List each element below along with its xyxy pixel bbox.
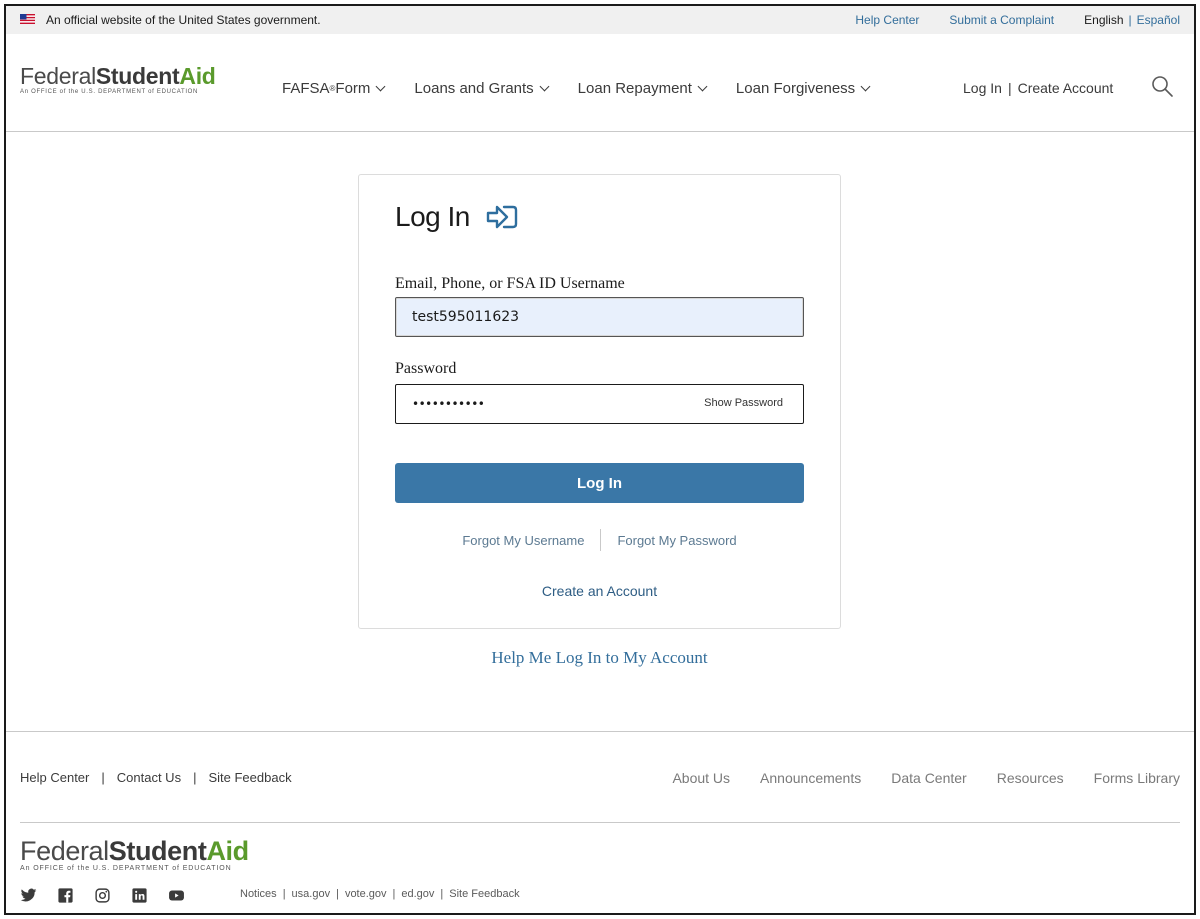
- legal-separator: |: [440, 888, 444, 900]
- legal-separator: |: [282, 888, 286, 900]
- chevron-down-icon: [697, 81, 708, 92]
- nav-item-fafsa-label: FAFSA: [282, 80, 330, 97]
- username-value: test595011623: [412, 309, 520, 325]
- legal-separator: |: [336, 888, 339, 900]
- password-input[interactable]: ••••••••••• Show Password: [395, 384, 804, 424]
- forgot-username-link[interactable]: Forgot My Username: [462, 533, 584, 548]
- facebook-icon[interactable]: [57, 887, 74, 904]
- nav-item-loans-grants[interactable]: Loans and Grants: [414, 80, 550, 97]
- page-frame: An official website of the United States…: [4, 4, 1196, 915]
- legal-site-feedback-link[interactable]: Site Feedback: [449, 888, 519, 900]
- footer-contact-us-link[interactable]: Contact Us: [117, 770, 181, 785]
- footer-right-links: About Us Announcements Data Center Resou…: [672, 770, 1180, 786]
- chevron-down-icon: [375, 81, 386, 92]
- search-icon[interactable]: [1150, 74, 1174, 98]
- main-nav: FAFSA ® Form Loans and Grants Loan Repaym…: [282, 80, 899, 97]
- us-flag-icon: [20, 14, 35, 24]
- footer-fsa-logo[interactable]: FederalStudentAid An OFFICE of the U.S. …: [20, 836, 249, 873]
- linkedin-icon[interactable]: [131, 887, 148, 904]
- username-label: Email, Phone, or FSA ID Username: [395, 275, 625, 292]
- show-password-toggle[interactable]: Show Password: [704, 397, 783, 409]
- site-header: FederalStudentAid An OFFICE of the U.S. …: [6, 34, 1194, 132]
- legal-usagov-link[interactable]: usa.gov: [292, 888, 331, 900]
- logo-word-federal: Federal: [20, 63, 96, 89]
- footer-resources-link[interactable]: Resources: [997, 770, 1064, 786]
- footer-help-center-link[interactable]: Help Center: [20, 770, 89, 785]
- nav-item-loan-forgiveness[interactable]: Loan Forgiveness: [735, 80, 871, 97]
- forgot-password-link[interactable]: Forgot My Password: [617, 533, 736, 548]
- logo-tagline: An OFFICE of the U.S. DEPARTMENT of EDUC…: [20, 89, 199, 95]
- footer-separator: |: [193, 770, 197, 785]
- legal-links: Notices | usa.gov | vote.gov | ed.gov | …: [240, 888, 520, 900]
- chevron-down-icon: [539, 81, 550, 92]
- footer-announcements-link[interactable]: Announcements: [760, 770, 861, 786]
- nav-item-fafsa[interactable]: FAFSA ® Form: [282, 80, 386, 97]
- language-english-link[interactable]: English: [1084, 13, 1123, 27]
- header-create-account-link[interactable]: Create Account: [1018, 80, 1114, 96]
- legal-separator: |: [392, 888, 396, 900]
- nav-item-loans-grants-label: Loans and Grants: [414, 80, 534, 97]
- footer-site-feedback-link[interactable]: Site Feedback: [208, 770, 291, 785]
- username-input[interactable]: test595011623: [395, 297, 804, 337]
- logo-word-aid: Aid: [179, 63, 216, 89]
- language-separator: |: [1128, 13, 1132, 27]
- legal-edgov-link[interactable]: ed.gov: [401, 888, 434, 900]
- forgot-divider: [600, 529, 602, 551]
- official-site-text: An official website of the United States…: [46, 13, 321, 27]
- nav-item-loan-repayment[interactable]: Loan Repayment: [577, 80, 708, 97]
- footer-separator: |: [101, 770, 105, 785]
- language-espanol-link[interactable]: Español: [1137, 13, 1180, 27]
- legal-votegov-link[interactable]: vote.gov: [345, 888, 387, 900]
- gov-banner-links: Help Center Submit a Complaint English |…: [855, 13, 1180, 27]
- login-title: Log In: [395, 201, 470, 232]
- login-arrow-icon: [486, 205, 518, 229]
- password-label: Password: [395, 360, 457, 377]
- footer-logo-tagline: An OFFICE of the U.S. DEPARTMENT of EDUC…: [20, 865, 232, 872]
- footer-left-links: Help Center | Contact Us | Site Feedback: [20, 770, 292, 785]
- help-login-link[interactable]: Help Me Log In to My Account: [358, 648, 841, 668]
- password-value: •••••••••••: [412, 397, 485, 411]
- forgot-links: Forgot My Username Forgot My Password: [395, 529, 804, 551]
- create-account-link[interactable]: Create an Account: [359, 583, 840, 599]
- submit-complaint-link[interactable]: Submit a Complaint: [949, 13, 1054, 27]
- login-button[interactable]: Log In: [395, 463, 804, 503]
- login-card: Log In Email, Phone, or FSA ID Username …: [358, 174, 841, 629]
- account-links: Log In | Create Account: [963, 80, 1113, 96]
- youtube-icon[interactable]: [168, 887, 185, 904]
- footer-forms-library-link[interactable]: Forms Library: [1094, 770, 1180, 786]
- account-separator: |: [1007, 80, 1012, 96]
- social-links: [20, 887, 185, 904]
- footer-data-center-link[interactable]: Data Center: [891, 770, 966, 786]
- footer-logo-word-student: Student: [108, 836, 207, 866]
- logo-word-student: Student: [95, 63, 180, 89]
- twitter-icon[interactable]: [20, 887, 37, 904]
- nav-item-loan-forgiveness-label: Loan Forgiveness: [735, 80, 856, 97]
- fsa-logo[interactable]: FederalStudentAid An OFFICE of the U.S. …: [20, 64, 216, 95]
- gov-banner: An official website of the United States…: [6, 6, 1194, 34]
- header-login-link[interactable]: Log In: [963, 80, 1002, 96]
- chevron-down-icon: [860, 81, 871, 92]
- footer-logo-word-aid: Aid: [206, 836, 249, 866]
- footer-divider: [20, 822, 1180, 823]
- instagram-icon[interactable]: [94, 887, 111, 904]
- legal-notices-link[interactable]: Notices: [240, 888, 277, 900]
- footer-about-us-link[interactable]: About Us: [672, 770, 730, 786]
- nav-item-loan-repayment-label: Loan Repayment: [577, 80, 692, 97]
- footer-logo-word-federal: Federal: [20, 836, 109, 866]
- help-center-link[interactable]: Help Center: [855, 13, 919, 27]
- footer-top-divider: [6, 731, 1194, 732]
- nav-item-fafsa-suffix: Form: [335, 80, 371, 97]
